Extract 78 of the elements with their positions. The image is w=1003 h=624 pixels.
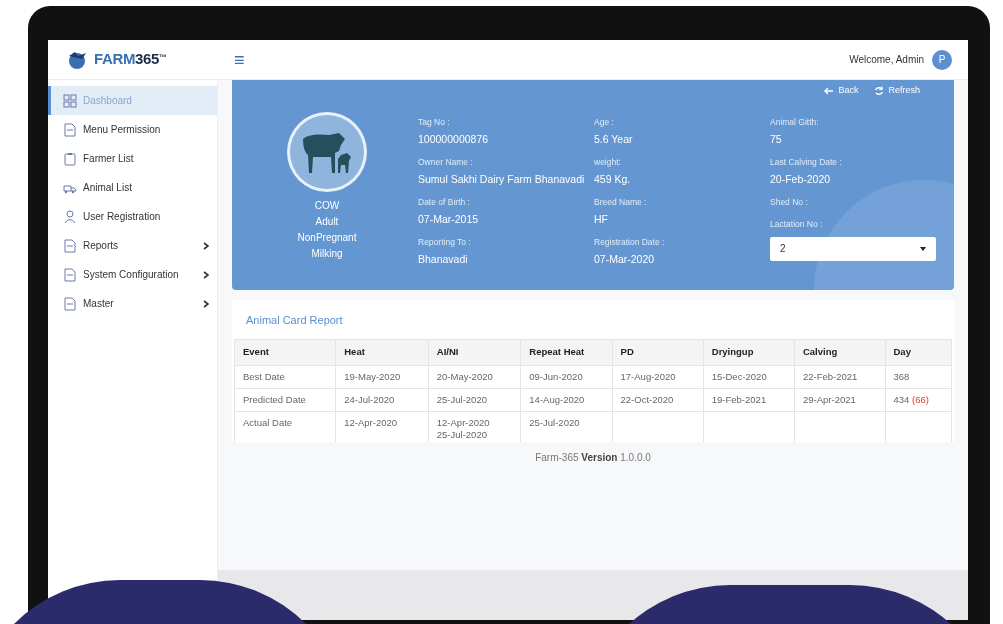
- table-cell-text: 25-Jul-2020: [436, 428, 488, 441]
- clipboard-icon: [63, 151, 77, 166]
- field-value: 100000000876: [418, 131, 490, 147]
- table-cell-text: 09-Jun-2020: [529, 370, 584, 383]
- column-header: Dryingup: [703, 339, 795, 365]
- field-value: 20-Feb-2020: [770, 171, 832, 187]
- table-cell-text: 14-Aug-2020: [529, 393, 586, 406]
- column-header: AI/NI: [428, 339, 521, 365]
- column-header: Repeat Heat: [520, 339, 613, 365]
- field-label: Tag No :: [418, 116, 451, 129]
- user-icon: [63, 209, 77, 224]
- table-cell-text: 24-Jul-2020: [344, 393, 396, 406]
- table-cell-text: 22-Feb-2021: [802, 370, 859, 383]
- document-icon: [63, 267, 77, 282]
- table-cell-text: 434 (66): [893, 393, 930, 406]
- sidebar-item[interactable]: User Registration: [48, 202, 217, 231]
- column-header: PD: [612, 339, 704, 365]
- field-label: Shed No :: [770, 196, 809, 209]
- report-title: Animal Card Report: [245, 313, 344, 328]
- document-icon: [63, 296, 77, 311]
- column-header: Heat: [335, 339, 429, 365]
- table-cell-text: 368: [893, 370, 911, 383]
- field-label: Last Calving Date :: [770, 156, 843, 169]
- column-header: Event: [234, 339, 336, 365]
- field-value: Bhanavadi: [418, 251, 469, 267]
- field-value: HF: [594, 211, 609, 227]
- table-cell-text: 17-Aug-2020: [620, 370, 677, 383]
- animal-status-text: COW: [314, 199, 340, 213]
- field-label: Reporting To :: [418, 236, 472, 249]
- animal-status-text: Adult: [315, 215, 339, 229]
- refresh-icon: [874, 85, 885, 96]
- field-value: 459 Kg.: [594, 171, 632, 187]
- field-label: Age :: [594, 116, 615, 129]
- dropdown-caret-icon: [920, 246, 926, 251]
- field-label: Registration Date :: [594, 236, 666, 249]
- version-text: Farm-365 Version 1.0.0.0: [535, 451, 651, 465]
- field-label: Owner Name :: [418, 156, 474, 169]
- animal-status-text: NonPregnant: [297, 231, 357, 245]
- lactation-select[interactable]: 2: [770, 236, 936, 261]
- sidebar-item[interactable]: System Configuration: [48, 260, 217, 289]
- animal-status-text: Milking: [311, 247, 343, 261]
- field-value: 07-Mar-2020: [594, 251, 656, 267]
- field-value: 75: [770, 131, 783, 147]
- table-cell-text: 15-Dec-2020: [711, 370, 768, 383]
- welcome-text: Welcome, Admin: [849, 53, 924, 67]
- field-label: Animal Gitth:: [770, 116, 820, 129]
- arrow-left-icon: [824, 86, 835, 95]
- table-cell-text: 12-Apr-2020: [436, 416, 491, 429]
- document-icon: [63, 122, 77, 137]
- menu-button[interactable]: ≡: [234, 50, 245, 69]
- field-label: Breed Name :: [594, 196, 648, 209]
- logo-text: FARM365$^{™}$: [94, 49, 167, 70]
- sidebar-item[interactable]: Master: [48, 289, 217, 318]
- column-header: Day: [885, 339, 952, 365]
- sidebar-item[interactable]: Reports: [48, 231, 217, 260]
- field-value: 07-Mar-2015: [418, 211, 480, 227]
- field-value: Sumul Sakhi Dairy Farm Bhanavadi: [418, 171, 586, 187]
- table-cell-text: Predicted Date: [243, 393, 307, 406]
- table-cell-text: 29-Apr-2021: [802, 393, 857, 406]
- table-cell-text: 20-May-2020: [436, 370, 494, 383]
- table-cell-text: 19-Feb-2021: [711, 393, 768, 406]
- table-cell-text: Actual Date: [243, 416, 294, 429]
- table-cell-text: 25-Jul-2020: [529, 416, 581, 429]
- dashboard-icon: [63, 93, 77, 108]
- sidebar-item[interactable]: Menu Permission: [48, 115, 217, 144]
- table-cell-text: 22-Oct-2020: [620, 393, 675, 406]
- table-cell-text: 12-Apr-2020: [344, 416, 399, 429]
- table-cell-text: 19-May-2020: [344, 370, 402, 383]
- field-value: 5.6 Year: [594, 131, 634, 147]
- document-icon: [63, 238, 77, 253]
- table-cell-text: Best Date: [243, 370, 286, 383]
- column-header: Calving: [794, 339, 885, 365]
- table-cell-text: 25-Jul-2020: [436, 393, 488, 406]
- field-label: Lactation No :: [770, 218, 824, 231]
- sidebar-item[interactable]: Farmer List: [48, 144, 217, 173]
- field-label: weight:: [594, 156, 622, 169]
- field-label: Date of Birth :: [418, 196, 471, 209]
- sidebar-item[interactable]: Animal List: [48, 173, 217, 202]
